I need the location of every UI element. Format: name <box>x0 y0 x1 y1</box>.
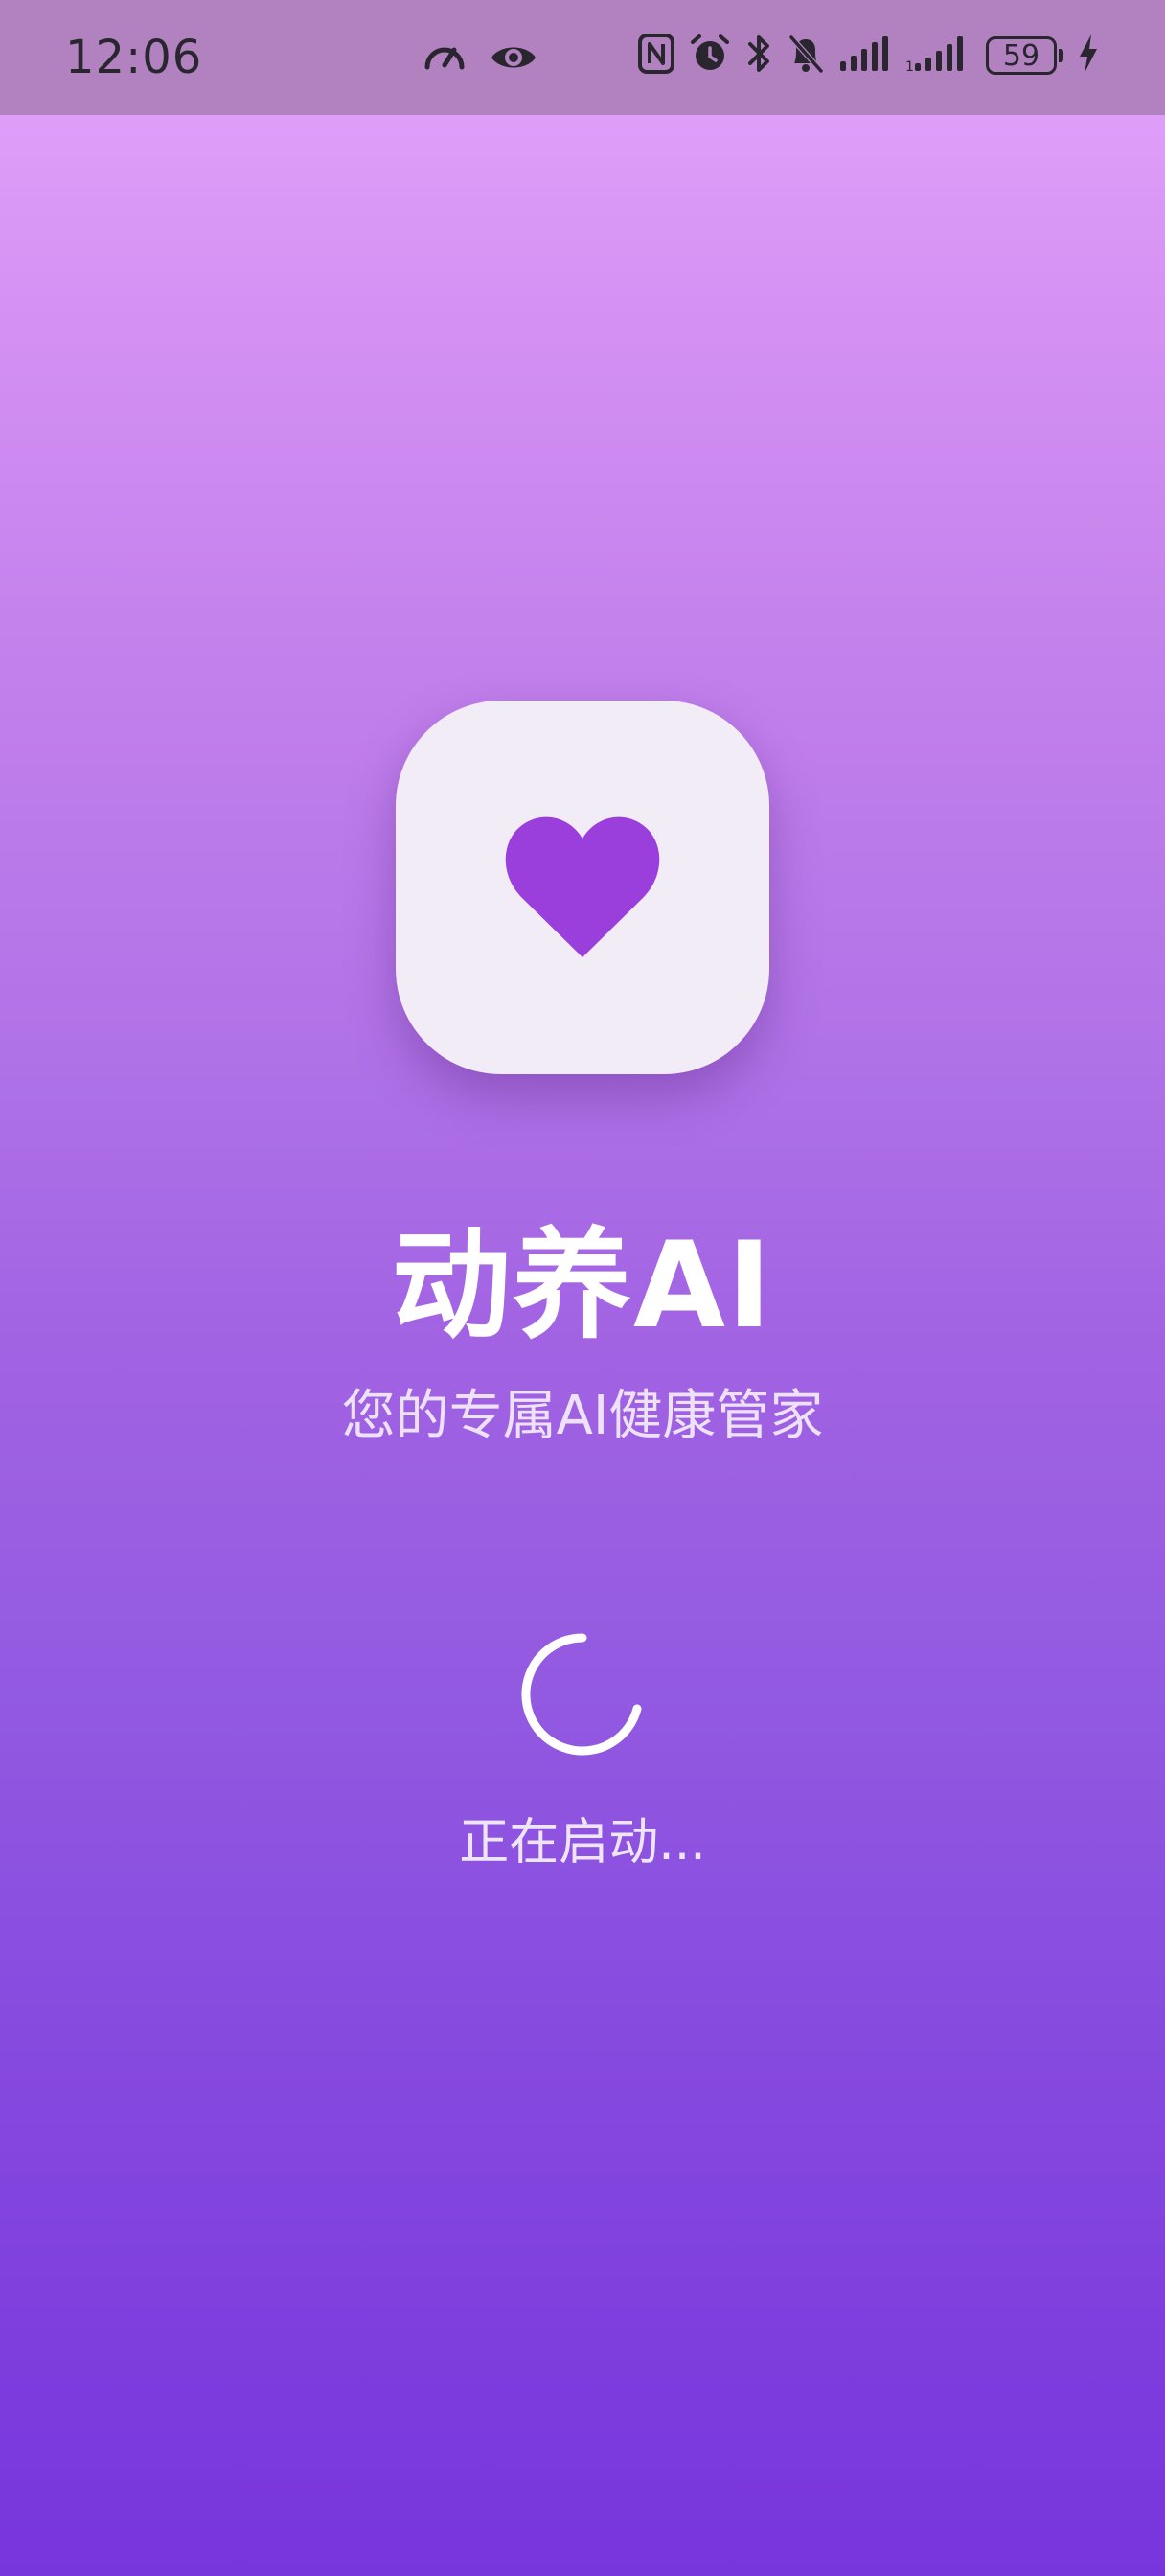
alarm-icon <box>689 33 731 79</box>
loading-spinner <box>521 1633 642 1756</box>
svg-text:1: 1 <box>905 59 914 73</box>
app-logo <box>396 701 769 1074</box>
eye-icon <box>489 34 538 84</box>
signal-icon: 1 <box>905 34 972 77</box>
loading-text: 正在启动... <box>459 1814 706 1872</box>
app-tagline: 您的专属AI健康管家 <box>341 1385 824 1447</box>
status-time: 12:06 <box>65 31 203 84</box>
status-right-icons: 1 59 <box>637 33 1100 79</box>
nfc-icon <box>637 33 675 79</box>
speed-icon <box>422 34 468 84</box>
status-center-icons <box>422 34 538 84</box>
battery-icon: 59 <box>986 36 1063 75</box>
app-name: 动养AI <box>391 1217 774 1355</box>
charging-icon <box>1077 33 1100 79</box>
battery-tip <box>1059 49 1063 62</box>
battery-level: 59 <box>986 36 1057 75</box>
status-bar: 12:06 1 59 <box>0 0 1165 115</box>
heart-icon <box>501 812 664 963</box>
signal-icon <box>838 34 892 77</box>
bluetooth-icon <box>744 33 773 79</box>
bell-off-icon <box>787 33 825 79</box>
